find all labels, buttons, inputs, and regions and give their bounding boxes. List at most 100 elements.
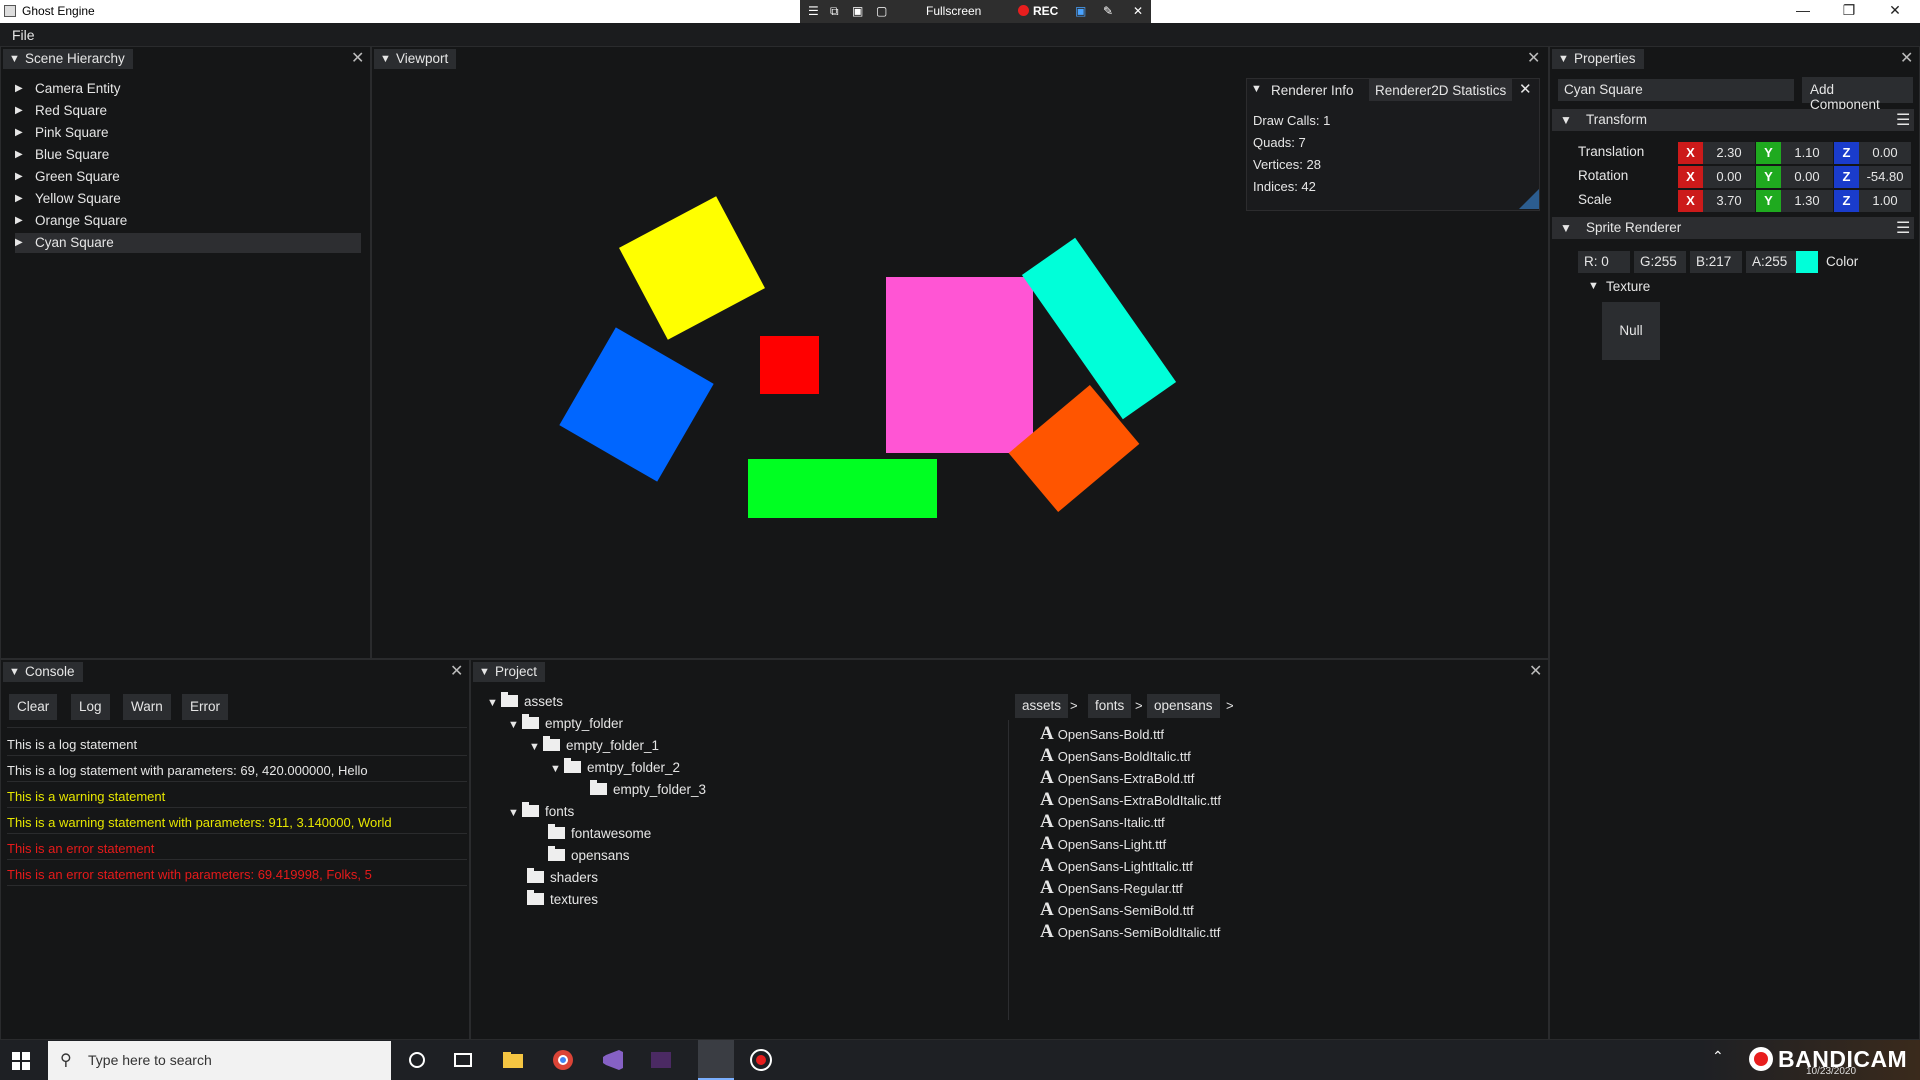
expand-arrow-icon[interactable]: ▶ [15, 167, 23, 187]
tree-item-opensans[interactable]: opensans [548, 846, 630, 866]
expand-arrow-icon[interactable]: ▶ [15, 79, 23, 99]
scale-y-field[interactable]: 1.30 [1781, 190, 1833, 212]
blue-square[interactable] [559, 327, 714, 482]
ghost-engine-taskbar-icon[interactable] [698, 1040, 734, 1080]
hamburger-icon[interactable]: ☰ [1896, 218, 1910, 238]
pencil-icon[interactable]: ✎ [1103, 4, 1113, 18]
texture-slot[interactable]: Null [1602, 302, 1660, 360]
file-item[interactable]: A OpenSans-ExtraBoldItalic.ttf [1040, 790, 1221, 810]
windows-start-icon[interactable] [12, 1052, 30, 1070]
fullscreen-label[interactable]: Fullscreen [926, 4, 981, 18]
breadcrumb-assets[interactable]: assets [1015, 694, 1069, 718]
collapse-icon[interactable]: ▼ [1558, 53, 1569, 65]
tab-viewport[interactable]: ▼ Viewport [374, 49, 457, 69]
tree-item-fonts[interactable]: ▼ fonts [508, 802, 574, 822]
collapse-icon[interactable]: ▼ [1560, 113, 1572, 127]
hierarchy-item-blue-square[interactable]: ▶ Blue Square [15, 145, 361, 165]
axis-x-button[interactable]: X [1678, 166, 1703, 188]
breadcrumb-fonts[interactable]: fonts [1088, 694, 1132, 718]
scale-z-field[interactable]: 1.00 [1859, 190, 1911, 212]
color-b-field[interactable]: B:217 [1690, 251, 1742, 273]
region-icon[interactable]: ▣ [852, 4, 863, 18]
collapse-icon[interactable]: ▼ [1560, 221, 1572, 235]
splitter[interactable] [1008, 720, 1009, 1020]
window-mode-icon[interactable]: ⧉ [830, 4, 839, 19]
hierarchy-item-orange-square[interactable]: ▶ Orange Square [15, 211, 361, 231]
cortana-icon[interactable] [406, 1049, 428, 1071]
collapse-icon[interactable]: ▼ [9, 666, 20, 678]
hierarchy-item-cyan-square[interactable]: ▶ Cyan Square [15, 233, 361, 253]
menu-icon[interactable]: ☰ [808, 4, 819, 18]
pink-square[interactable] [886, 277, 1033, 453]
file-item[interactable]: A OpenSans-SemiBold.ttf [1040, 900, 1194, 920]
close-icon[interactable]: ✕ [450, 661, 463, 681]
tab-scene-hierarchy[interactable]: ▼ Scene Hierarchy [3, 49, 133, 69]
taskbar-search-box[interactable]: ⚲ Type here to search [48, 1041, 391, 1080]
expand-arrow-icon[interactable]: ▶ [15, 189, 23, 209]
resize-grip-icon[interactable] [1519, 189, 1539, 209]
close-icon[interactable]: ✕ [1519, 80, 1532, 98]
file-item[interactable]: A OpenSans-Regular.ttf [1040, 878, 1183, 898]
close-icon[interactable]: ✕ [1529, 661, 1542, 681]
file-explorer-icon[interactable] [502, 1049, 524, 1071]
tree-item-empty-folder[interactable]: ▼ empty_folder [508, 714, 623, 734]
tray-chevron-icon[interactable]: ⌃ [1712, 1048, 1724, 1065]
close-icon[interactable]: ✕ [1900, 48, 1913, 68]
translation-y-field[interactable]: 1.10 [1781, 142, 1833, 164]
warn-filter-button[interactable]: Warn [123, 694, 171, 720]
close-window-button[interactable]: ✕ [1872, 0, 1918, 23]
tab-renderer2d-statistics[interactable]: Renderer2D Statistics [1369, 79, 1513, 101]
collapse-icon[interactable]: ▼ [1588, 280, 1599, 292]
expand-arrow-icon[interactable]: ▶ [15, 211, 23, 231]
hamburger-icon[interactable]: ☰ [1896, 110, 1910, 130]
minimize-button[interactable]: — [1780, 0, 1826, 23]
yellow-square[interactable] [619, 196, 765, 340]
axis-z-button[interactable]: Z [1834, 166, 1859, 188]
rotation-x-field[interactable]: 0.00 [1703, 166, 1755, 188]
clear-button[interactable]: Clear [9, 694, 58, 720]
tree-item-empty-folder-1[interactable]: ▼ empty_folder_1 [529, 736, 659, 756]
hierarchy-item-camera-entity[interactable]: ▶ Camera Entity [15, 79, 361, 99]
task-view-icon[interactable] [452, 1049, 474, 1071]
transform-header[interactable]: ▼ Transform ☰ [1552, 109, 1914, 131]
crop-icon[interactable]: ▢ [876, 4, 887, 18]
file-item[interactable]: A OpenSans-Bold.ttf [1040, 724, 1164, 744]
axis-y-button[interactable]: Y [1756, 142, 1781, 164]
tree-item-textures[interactable]: textures [527, 890, 598, 910]
expand-arrow-icon[interactable]: ▶ [15, 145, 23, 165]
axis-x-button[interactable]: X [1678, 142, 1703, 164]
axis-x-button[interactable]: X [1678, 190, 1703, 212]
file-item[interactable]: A OpenSans-ExtraBold.ttf [1040, 768, 1194, 788]
rec-button[interactable]: REC [1018, 4, 1058, 18]
file-item[interactable]: A OpenSans-Italic.ttf [1040, 812, 1165, 832]
collapse-icon[interactable]: ▼ [487, 693, 501, 713]
file-item[interactable]: A OpenSans-SemiBoldItalic.ttf [1040, 922, 1220, 942]
rotation-y-field[interactable]: 0.00 [1781, 166, 1833, 188]
axis-z-button[interactable]: Z [1834, 142, 1859, 164]
tab-console[interactable]: ▼ Console [3, 662, 83, 682]
tree-item-shaders[interactable]: shaders [527, 868, 598, 888]
tab-properties[interactable]: ▼ Properties [1552, 49, 1644, 69]
collapse-icon[interactable]: ▼ [1251, 83, 1262, 95]
bandicam-taskbar-icon[interactable] [750, 1049, 772, 1071]
hierarchy-item-red-square[interactable]: ▶ Red Square [15, 101, 361, 121]
scale-x-field[interactable]: 3.70 [1703, 190, 1755, 212]
color-a-field[interactable]: A:255 [1746, 251, 1798, 273]
menu-file[interactable]: File [12, 27, 35, 43]
tab-renderer-info[interactable]: Renderer Info [1271, 83, 1354, 98]
translation-z-field[interactable]: 0.00 [1859, 142, 1911, 164]
axis-z-button[interactable]: Z [1834, 190, 1859, 212]
hierarchy-item-yellow-square[interactable]: ▶ Yellow Square [15, 189, 361, 209]
breadcrumb-opensans[interactable]: opensans [1147, 694, 1220, 718]
file-item[interactable]: A OpenSans-BoldItalic.ttf [1040, 746, 1191, 766]
cyan-square[interactable] [1021, 237, 1177, 420]
entity-name-input[interactable]: Cyan Square [1558, 79, 1794, 101]
sprite-renderer-header[interactable]: ▼ Sprite Renderer ☰ [1552, 217, 1914, 239]
collapse-icon[interactable]: ▼ [550, 759, 564, 779]
expand-arrow-icon[interactable]: ▶ [15, 101, 23, 121]
tree-item-assets[interactable]: ▼ assets [487, 692, 563, 712]
add-component-button[interactable]: Add Component [1802, 77, 1913, 112]
collapse-icon[interactable]: ▼ [380, 53, 391, 65]
close-icon[interactable]: ✕ [1527, 48, 1540, 68]
expand-arrow-icon[interactable]: ▶ [15, 123, 23, 143]
